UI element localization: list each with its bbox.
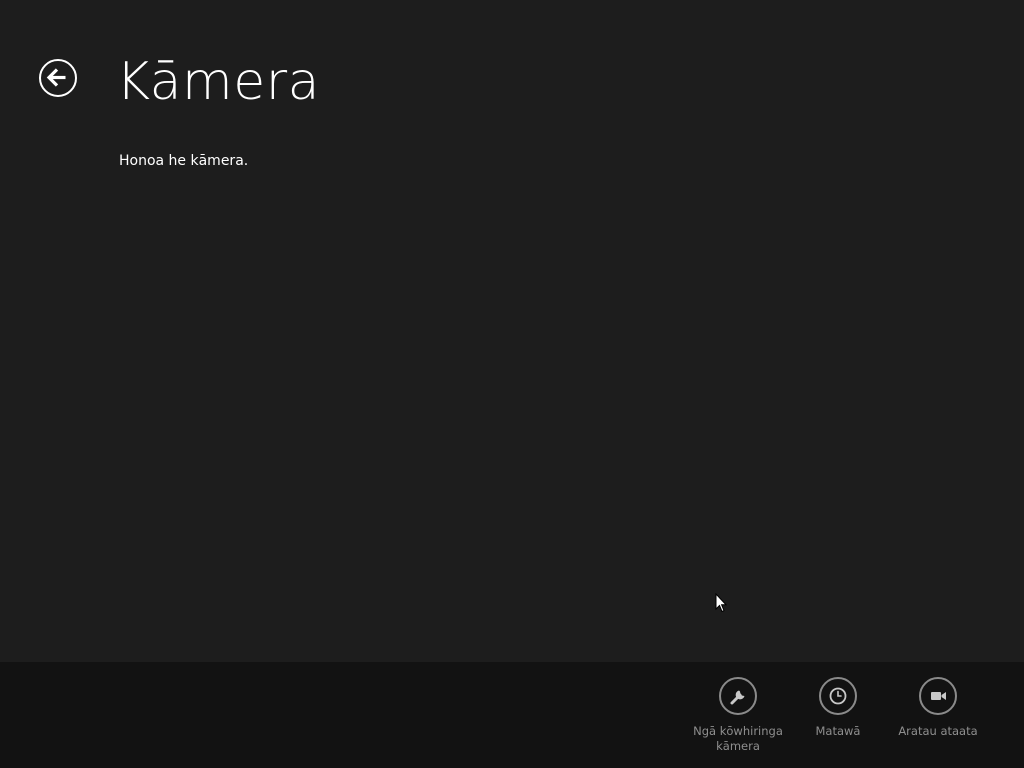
timer-button[interactable]: Matawā bbox=[788, 677, 888, 739]
wrench-icon bbox=[730, 690, 745, 705]
camera-options-button[interactable]: Ngā kōwhiringa kāmera bbox=[688, 677, 788, 754]
video-mode-circle bbox=[919, 677, 957, 715]
back-button[interactable] bbox=[39, 59, 77, 97]
back-arrow-icon bbox=[46, 68, 66, 87]
video-mode-button[interactable]: Aratau ataata bbox=[888, 677, 988, 739]
camera-options-circle bbox=[719, 677, 757, 715]
app-bar: Ngā kōwhiringa kāmera Matawā Aratau ataa… bbox=[0, 662, 1024, 768]
connect-camera-message: Honoa he kāmera. bbox=[119, 153, 249, 169]
page-title: Kāmera bbox=[116, 52, 320, 112]
mouse-pointer-icon bbox=[715, 593, 727, 613]
camera-app-page: Kāmera Honoa he kāmera. Ngā kōwhiringa k… bbox=[0, 0, 1024, 768]
timer-label: Matawā bbox=[815, 724, 861, 738]
timer-circle bbox=[819, 677, 857, 715]
video-mode-label: Aratau ataata bbox=[898, 724, 978, 738]
clock-icon bbox=[829, 687, 847, 705]
camera-options-label: Ngā kōwhiringa kāmera bbox=[693, 724, 783, 753]
video-camera-icon bbox=[931, 692, 946, 700]
